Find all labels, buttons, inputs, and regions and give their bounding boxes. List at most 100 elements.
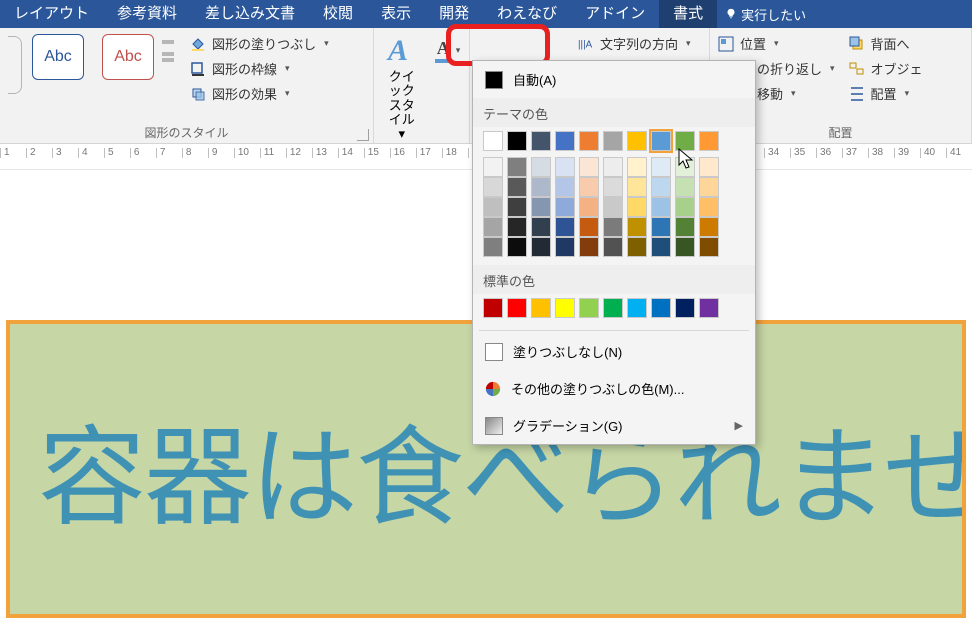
standard-color-swatch[interactable] bbox=[579, 298, 599, 318]
theme-shade-swatch[interactable] bbox=[651, 237, 671, 257]
standard-color-swatch[interactable] bbox=[555, 298, 575, 318]
auto-color-button[interactable]: 自動(A) bbox=[473, 61, 755, 98]
theme-shade-swatch[interactable] bbox=[603, 197, 623, 217]
theme-shade-swatch[interactable] bbox=[483, 217, 503, 237]
theme-shade-swatch[interactable] bbox=[483, 157, 503, 177]
shape-style-thumb-1[interactable]: Abc bbox=[32, 34, 84, 80]
theme-shade-swatch[interactable] bbox=[651, 177, 671, 197]
theme-shade-swatch[interactable] bbox=[531, 177, 551, 197]
theme-color-swatch[interactable] bbox=[603, 131, 623, 151]
tab-mailings[interactable]: 差し込み文書 bbox=[191, 0, 309, 28]
shape-style-thumb-2[interactable]: Abc bbox=[102, 34, 154, 80]
text-direction-button[interactable]: |||A 文字列の方向▾ bbox=[578, 34, 691, 53]
selection-pane-button[interactable]: オブジェ bbox=[849, 59, 923, 78]
theme-shade-swatch[interactable] bbox=[483, 177, 503, 197]
no-fill-button[interactable]: 塗りつぶしなし(N) bbox=[473, 333, 755, 370]
theme-shade-swatch[interactable] bbox=[579, 197, 599, 217]
theme-shade-swatch[interactable] bbox=[699, 197, 719, 217]
theme-shade-swatch[interactable] bbox=[531, 197, 551, 217]
position-button[interactable]: 位置▾ bbox=[718, 34, 835, 53]
theme-shade-swatch[interactable] bbox=[699, 217, 719, 237]
theme-shade-swatch[interactable] bbox=[507, 197, 527, 217]
tab-waenabi[interactable]: わえなび bbox=[483, 0, 571, 28]
more-colors-button[interactable]: その他の塗りつぶしの色(M)... bbox=[473, 370, 755, 407]
theme-shade-swatch[interactable] bbox=[627, 157, 647, 177]
theme-shade-swatch[interactable] bbox=[675, 197, 695, 217]
theme-shade-swatch[interactable] bbox=[483, 197, 503, 217]
theme-shade-swatch[interactable] bbox=[555, 237, 575, 257]
standard-color-swatch[interactable] bbox=[627, 298, 647, 318]
theme-shade-swatch[interactable] bbox=[531, 217, 551, 237]
theme-shade-swatch[interactable] bbox=[675, 217, 695, 237]
theme-color-swatch[interactable] bbox=[507, 131, 527, 151]
theme-shade-swatch[interactable] bbox=[507, 157, 527, 177]
shape-effects-button[interactable]: 図形の効果▾ bbox=[190, 84, 329, 103]
shape-style-gallery[interactable]: Abc Abc bbox=[32, 34, 154, 80]
theme-shade-swatch[interactable] bbox=[651, 197, 671, 217]
theme-shade-swatch[interactable] bbox=[483, 237, 503, 257]
theme-shade-swatch[interactable] bbox=[627, 177, 647, 197]
theme-shade-swatch[interactable] bbox=[675, 237, 695, 257]
theme-shade-swatch[interactable] bbox=[507, 177, 527, 197]
theme-color-swatch[interactable] bbox=[579, 131, 599, 151]
tab-view[interactable]: 表示 bbox=[367, 0, 425, 28]
standard-color-swatch[interactable] bbox=[483, 298, 503, 318]
theme-color-swatch[interactable] bbox=[627, 131, 647, 151]
theme-shade-swatch[interactable] bbox=[699, 157, 719, 177]
theme-shade-swatch[interactable] bbox=[531, 157, 551, 177]
theme-shade-swatch[interactable] bbox=[579, 157, 599, 177]
tab-format[interactable]: 書式 bbox=[659, 0, 717, 28]
theme-color-swatch[interactable] bbox=[651, 131, 671, 151]
tab-layout[interactable]: レイアウト bbox=[0, 0, 103, 28]
theme-shade-swatch[interactable] bbox=[579, 237, 599, 257]
theme-shade-swatch[interactable] bbox=[555, 217, 575, 237]
text-fill-button[interactable]: A▾ bbox=[430, 34, 466, 67]
dialog-launcher-icon[interactable] bbox=[357, 129, 369, 141]
standard-color-swatch[interactable] bbox=[675, 298, 695, 318]
theme-color-swatch[interactable] bbox=[483, 131, 503, 151]
theme-shade-swatch[interactable] bbox=[603, 177, 623, 197]
shape-fill-button[interactable]: 図形の塗りつぶし▾ bbox=[190, 34, 329, 53]
tab-developer[interactable]: 開発 bbox=[425, 0, 483, 28]
gallery-more-icon[interactable] bbox=[162, 58, 174, 62]
theme-shade-swatch[interactable] bbox=[507, 237, 527, 257]
theme-shade-swatch[interactable] bbox=[555, 197, 575, 217]
standard-color-swatch[interactable] bbox=[507, 298, 527, 318]
shape-outline-button[interactable]: 図形の枠線▾ bbox=[190, 59, 329, 78]
theme-shade-swatch[interactable] bbox=[627, 237, 647, 257]
theme-color-swatch[interactable] bbox=[555, 131, 575, 151]
theme-shade-swatch[interactable] bbox=[699, 237, 719, 257]
tab-references[interactable]: 参考資料 bbox=[103, 0, 191, 28]
tell-me[interactable]: 実行したい bbox=[717, 5, 814, 24]
theme-shade-swatch[interactable] bbox=[627, 217, 647, 237]
theme-shade-swatch[interactable] bbox=[531, 237, 551, 257]
theme-shade-swatch[interactable] bbox=[699, 177, 719, 197]
standard-color-swatch[interactable] bbox=[531, 298, 551, 318]
align-button[interactable]: 配置▾ bbox=[849, 84, 923, 103]
tab-review[interactable]: 校閲 bbox=[309, 0, 367, 28]
theme-shade-swatch[interactable] bbox=[579, 217, 599, 237]
theme-shade-swatch[interactable] bbox=[627, 197, 647, 217]
theme-color-swatch[interactable] bbox=[699, 131, 719, 151]
theme-shade-swatch[interactable] bbox=[603, 237, 623, 257]
theme-color-swatch[interactable] bbox=[531, 131, 551, 151]
gallery-down-icon[interactable] bbox=[162, 46, 174, 56]
theme-shade-swatch[interactable] bbox=[651, 157, 671, 177]
theme-shade-swatch[interactable] bbox=[555, 157, 575, 177]
theme-shade-swatch[interactable] bbox=[603, 157, 623, 177]
theme-shade-swatch[interactable] bbox=[675, 157, 695, 177]
theme-shade-swatch[interactable] bbox=[507, 217, 527, 237]
gallery-up-icon[interactable] bbox=[162, 34, 174, 44]
theme-color-swatch[interactable] bbox=[675, 131, 695, 151]
theme-shade-swatch[interactable] bbox=[651, 217, 671, 237]
send-backward-button[interactable]: 背面へ bbox=[849, 34, 923, 53]
theme-shade-swatch[interactable] bbox=[579, 177, 599, 197]
theme-shade-swatch[interactable] bbox=[675, 177, 695, 197]
theme-shade-swatch[interactable] bbox=[555, 177, 575, 197]
theme-shade-swatch[interactable] bbox=[603, 217, 623, 237]
standard-color-swatch[interactable] bbox=[651, 298, 671, 318]
gradient-button[interactable]: グラデーション(G) ▶ bbox=[473, 407, 755, 444]
standard-color-swatch[interactable] bbox=[603, 298, 623, 318]
standard-color-swatch[interactable] bbox=[699, 298, 719, 318]
quick-styles-button[interactable]: A クイックスタイル ▾ bbox=[378, 34, 426, 141]
